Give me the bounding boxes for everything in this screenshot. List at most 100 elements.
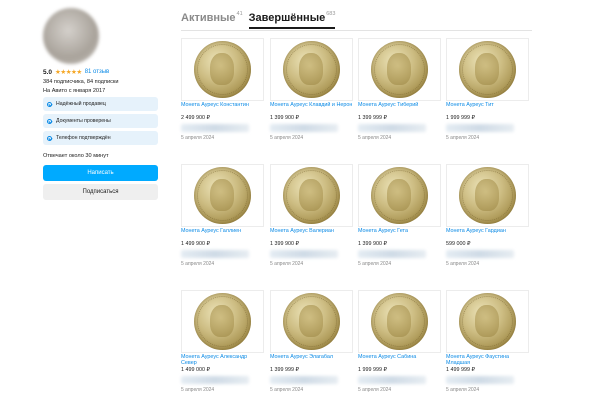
subscribers-text[interactable]: 384 подписчика, 84 подписки	[43, 79, 158, 85]
badge-phone-verified[interactable]: Телефон подтверждён	[43, 131, 158, 145]
listing-date: 5 апреля 2024	[358, 135, 392, 141]
listing-price: 2 499 900 ₽	[181, 115, 210, 121]
listing-card[interactable]: Монета Ауреус Гета 1 399 900 ₽ 5 апреля 20…	[358, 164, 441, 267]
listing-title[interactable]: Монета Ауреус Сабина	[358, 354, 441, 367]
listing-price: 1 399 999 ₽	[358, 115, 387, 121]
coin-photo[interactable]	[446, 38, 529, 101]
blurred-info	[181, 124, 249, 132]
tab-completed[interactable]: Завершённые683	[248, 11, 335, 29]
listing-card[interactable]: Монета Ауреус Тит 1 999 999 ₽ 5 апреля 202…	[446, 38, 529, 141]
coin-photo[interactable]	[446, 164, 529, 227]
write-button[interactable]: Написать	[43, 165, 158, 181]
listing-title[interactable]: Монета Ауреус Константин	[181, 102, 264, 115]
listing-card[interactable]: Монета Ауреус Клавдий и Нерон 1 399 900 ₽…	[270, 38, 353, 141]
listing-title[interactable]: Монета Ауреус Тит	[446, 102, 529, 115]
check-icon	[47, 101, 52, 107]
coin-image	[371, 293, 428, 350]
listing-price: 1 399 900 ₽	[358, 241, 387, 247]
listing-date: 5 апреля 2024	[358, 261, 392, 267]
coin-photo[interactable]	[181, 38, 264, 101]
listing-date: 5 апреля 2024	[181, 135, 215, 141]
listing-date: 5 апреля 2024	[181, 261, 215, 267]
listing-date: 5 апреля 2024	[446, 135, 480, 141]
listing-date: 5 апреля 2024	[446, 387, 480, 393]
coin-photo[interactable]	[270, 164, 353, 227]
listing-title[interactable]: Монета Ауреус Элагабал	[270, 354, 353, 367]
coin-image	[194, 293, 251, 350]
blurred-info	[358, 250, 426, 258]
check-icon	[47, 135, 52, 141]
member-since: На Авито с января 2017	[43, 88, 106, 94]
subscribe-button[interactable]: Подписаться	[43, 184, 158, 200]
listing-card[interactable]: Монета Ауреус Фаустина Младшая 1 499 999 …	[446, 290, 529, 393]
blurred-info	[446, 250, 514, 258]
badge-reliable-seller[interactable]: Надёжный продавец	[43, 97, 158, 111]
check-icon	[47, 118, 52, 124]
listing-date: 5 апреля 2024	[446, 261, 480, 267]
reply-time: Отвечает около 30 минут	[43, 153, 109, 159]
coin-photo[interactable]	[270, 290, 353, 353]
coin-photo[interactable]	[181, 164, 264, 227]
reviews-link[interactable]: 81 отзыв	[85, 69, 110, 75]
seller-sidebar: 5.0 ★★★★★ 81 отзыв 384 подписчика, 84 по…	[43, 8, 158, 200]
listing-title[interactable]: Монета Ауреус Валериан	[270, 228, 353, 241]
rating-score: 5.0	[43, 68, 53, 76]
coin-image	[459, 167, 516, 224]
coin-photo[interactable]	[270, 38, 353, 101]
listing-price: 1 999 999 ₽	[446, 115, 475, 121]
listing-card[interactable]: Монета Ауреус Александр Север 1 499 000 ₽…	[181, 290, 264, 393]
listing-card[interactable]: Монета Ауреус Галлиен 1 499 900 ₽ 5 апреля…	[181, 164, 264, 267]
listing-price: 599 000 ₽	[446, 241, 471, 247]
blurred-info	[270, 250, 338, 258]
coin-image	[371, 167, 428, 224]
coin-image	[194, 41, 251, 98]
blurred-info	[446, 376, 514, 384]
listing-price: 1 499 999 ₽	[446, 367, 475, 373]
listing-title[interactable]: Монета Ауреус Александр Север	[181, 354, 264, 367]
blurred-info	[181, 250, 249, 258]
listing-date: 5 апреля 2024	[181, 387, 215, 393]
listing-price: 1 399 900 ₽	[270, 115, 299, 121]
avatar[interactable]	[43, 8, 99, 64]
listing-date: 5 апреля 2024	[358, 387, 392, 393]
listing-card[interactable]: Монета Ауреус Тиберий 1 399 999 ₽ 5 апреля…	[358, 38, 441, 141]
blurred-info	[270, 124, 338, 132]
listing-title[interactable]: Монета Ауреус Фаустина Младшая	[446, 354, 529, 367]
listing-title[interactable]: Монета Ауреус Тиберий	[358, 102, 441, 115]
listing-price: 1 999 999 ₽	[358, 367, 387, 373]
blurred-info	[446, 124, 514, 132]
coin-photo[interactable]	[358, 290, 441, 353]
listing-price: 1 499 900 ₽	[181, 241, 210, 247]
coin-photo[interactable]	[181, 290, 264, 353]
coin-photo[interactable]	[446, 290, 529, 353]
tab-active[interactable]: Активные41	[181, 11, 243, 28]
listing-date: 5 апреля 2024	[270, 387, 304, 393]
listing-title[interactable]: Монета Ауреус Галлиен	[181, 228, 264, 241]
rating-row: 5.0 ★★★★★ 81 отзыв	[43, 68, 158, 77]
listing-card[interactable]: Монета Ауреус Элагабал 1 399 999 ₽ 5 апрел…	[270, 290, 353, 393]
coin-photo[interactable]	[358, 164, 441, 227]
listing-price: 1 499 000 ₽	[181, 367, 210, 373]
listing-card[interactable]: Монета Ауреус Гардиан 599 000 ₽ 5 апреля 2…	[446, 164, 529, 267]
listing-title[interactable]: Монета Ауреус Клавдий и Нерон	[270, 102, 353, 115]
blurred-info	[358, 124, 426, 132]
coin-image	[459, 41, 516, 98]
listing-card[interactable]: Монета Ауреус Валериан 1 399 900 ₽ 5 апрел…	[270, 164, 353, 267]
listing-card[interactable]: Монета Ауреус Константин 2 499 900 ₽ 5 апр…	[181, 38, 264, 141]
coin-photo[interactable]	[358, 38, 441, 101]
star-icons: ★★★★★	[55, 69, 82, 76]
coin-image	[459, 293, 516, 350]
listing-price: 1 399 999 ₽	[270, 367, 299, 373]
coin-image	[283, 167, 340, 224]
listing-price: 1 399 900 ₽	[270, 241, 299, 247]
blurred-info	[270, 376, 338, 384]
listing-title[interactable]: Монета Ауреус Гардиан	[446, 228, 529, 241]
coin-image	[283, 41, 340, 98]
coin-image	[283, 293, 340, 350]
listing-date: 5 апреля 2024	[270, 261, 304, 267]
listing-title[interactable]: Монета Ауреус Гета	[358, 228, 441, 241]
listing-card[interactable]: Монета Ауреус Сабина 1 999 999 ₽ 5 апреля …	[358, 290, 441, 393]
badge-documents-verified[interactable]: Документы проверены	[43, 114, 158, 128]
coin-image	[371, 41, 428, 98]
listing-date: 5 апреля 2024	[270, 135, 304, 141]
